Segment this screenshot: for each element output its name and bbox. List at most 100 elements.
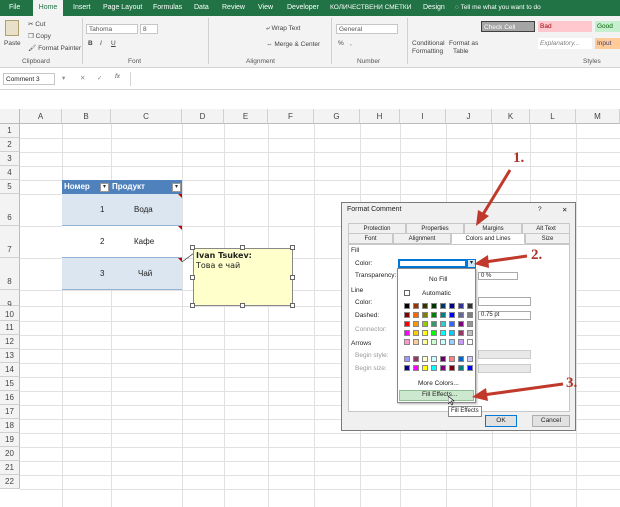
- color-swatch[interactable]: [422, 312, 428, 318]
- color-swatch[interactable]: [404, 321, 410, 327]
- percent-button[interactable]: %: [338, 40, 344, 47]
- color-swatch[interactable]: [467, 356, 473, 362]
- color-swatch[interactable]: [431, 321, 437, 327]
- column-header[interactable]: G: [314, 109, 360, 124]
- filter-dropdown-icon[interactable]: ▾: [100, 183, 109, 192]
- fill-color-dropdown-icon[interactable]: ▾: [467, 259, 476, 268]
- resize-handle[interactable]: [190, 275, 195, 280]
- row-header[interactable]: 13: [0, 349, 20, 363]
- resize-handle[interactable]: [190, 245, 195, 250]
- tab-colors-and-lines[interactable]: Colors and Lines: [451, 233, 525, 244]
- color-swatch[interactable]: [422, 321, 428, 327]
- help-button[interactable]: ?: [538, 206, 542, 213]
- color-swatch[interactable]: [449, 356, 455, 362]
- underline-button[interactable]: U: [111, 40, 116, 47]
- tab-formulas[interactable]: Formulas: [153, 0, 182, 16]
- color-swatch[interactable]: [440, 339, 446, 345]
- copy-button[interactable]: ❐ Copy: [28, 32, 51, 40]
- filter-dropdown-icon[interactable]: ▾: [172, 183, 181, 192]
- tab-page-layout[interactable]: Page Layout: [103, 0, 142, 16]
- color-swatch[interactable]: [440, 365, 446, 371]
- automatic-swatch[interactable]: [404, 290, 410, 296]
- column-header[interactable]: A: [20, 109, 62, 124]
- row-header[interactable]: 19: [0, 433, 20, 447]
- color-swatch[interactable]: [467, 339, 473, 345]
- column-header[interactable]: H: [360, 109, 400, 124]
- color-swatch[interactable]: [458, 330, 464, 336]
- resize-handle[interactable]: [240, 303, 245, 308]
- color-swatch[interactable]: [431, 356, 437, 362]
- comma-button[interactable]: ,: [350, 40, 352, 47]
- column-header[interactable]: M: [576, 109, 620, 124]
- tab-file[interactable]: File: [9, 0, 20, 16]
- row-header[interactable]: 12: [0, 335, 20, 349]
- name-box[interactable]: Comment 3: [3, 73, 55, 85]
- color-swatch[interactable]: [431, 365, 437, 371]
- column-header[interactable]: K: [492, 109, 530, 124]
- resize-handle[interactable]: [190, 303, 195, 308]
- row-header[interactable]: 21: [0, 461, 20, 475]
- table-row[interactable]: 1 Вода: [62, 194, 182, 226]
- color-swatch[interactable]: [467, 365, 473, 371]
- tab-design[interactable]: Design: [423, 0, 445, 16]
- color-swatch[interactable]: [404, 330, 410, 336]
- insert-function-button[interactable]: fx: [115, 73, 120, 80]
- color-swatch[interactable]: [449, 303, 455, 309]
- ok-button[interactable]: OK: [485, 415, 517, 427]
- tab-size[interactable]: Size: [525, 233, 570, 244]
- row-header[interactable]: 7: [0, 226, 20, 258]
- comment-box[interactable]: Ivan Tsukev: Това е чай: [193, 248, 293, 306]
- wrap-text-button[interactable]: ⤶ Wrap Text: [266, 25, 300, 33]
- row-header[interactable]: 6: [0, 194, 20, 226]
- number-format-select[interactable]: General: [336, 24, 398, 34]
- more-colors-option[interactable]: More Colors...: [418, 380, 459, 387]
- color-swatch[interactable]: [467, 303, 473, 309]
- column-header[interactable]: F: [268, 109, 314, 124]
- resize-handle[interactable]: [290, 303, 295, 308]
- row-header[interactable]: 10: [0, 306, 20, 321]
- tell-me-box[interactable]: ◌ Tell me what you want to do: [455, 0, 541, 16]
- select-all-corner[interactable]: [0, 109, 20, 124]
- column-header[interactable]: I: [400, 109, 446, 124]
- color-swatch[interactable]: [431, 303, 437, 309]
- row-header[interactable]: 4: [0, 166, 20, 180]
- color-swatch[interactable]: [458, 303, 464, 309]
- tab-home[interactable]: Home: [33, 0, 63, 16]
- color-swatch[interactable]: [458, 365, 464, 371]
- column-header[interactable]: B: [62, 109, 111, 124]
- color-swatch[interactable]: [458, 356, 464, 362]
- column-header[interactable]: D: [182, 109, 224, 124]
- row-header[interactable]: 8: [0, 258, 20, 290]
- style-good[interactable]: Good: [595, 21, 620, 32]
- bold-button[interactable]: B: [88, 40, 93, 47]
- tab-developer[interactable]: Developer: [287, 0, 319, 16]
- color-swatch[interactable]: [422, 356, 428, 362]
- fill-color-select[interactable]: [398, 259, 467, 268]
- color-swatch[interactable]: [440, 321, 446, 327]
- row-header[interactable]: 3: [0, 152, 20, 166]
- merge-center-button[interactable]: ⇔ Merge & Center: [266, 41, 320, 48]
- line-weight-input[interactable]: 0.75 pt: [478, 311, 531, 320]
- color-swatch[interactable]: [431, 339, 437, 345]
- paste-button[interactable]: Paste: [4, 40, 21, 47]
- row-header[interactable]: 18: [0, 419, 20, 433]
- color-swatch[interactable]: [431, 312, 437, 318]
- tab-font[interactable]: Font: [348, 233, 393, 244]
- color-swatch[interactable]: [449, 365, 455, 371]
- tab-custom[interactable]: КОЛИЧЕСТВЕНИ СМЕТКИ: [330, 0, 411, 16]
- color-swatch[interactable]: [458, 339, 464, 345]
- row-header[interactable]: 22: [0, 475, 20, 489]
- color-swatch[interactable]: [449, 321, 455, 327]
- tab-review[interactable]: Review: [222, 0, 245, 16]
- color-swatch[interactable]: [449, 339, 455, 345]
- color-swatch[interactable]: [404, 312, 410, 318]
- color-swatch[interactable]: [413, 330, 419, 336]
- font-size-select[interactable]: 8: [140, 24, 158, 34]
- row-header[interactable]: 16: [0, 391, 20, 405]
- end-size-select[interactable]: [478, 364, 531, 373]
- color-swatch[interactable]: [404, 356, 410, 362]
- row-header[interactable]: 20: [0, 447, 20, 461]
- color-swatch[interactable]: [440, 312, 446, 318]
- style-input[interactable]: Input: [595, 38, 620, 49]
- color-swatch[interactable]: [404, 339, 410, 345]
